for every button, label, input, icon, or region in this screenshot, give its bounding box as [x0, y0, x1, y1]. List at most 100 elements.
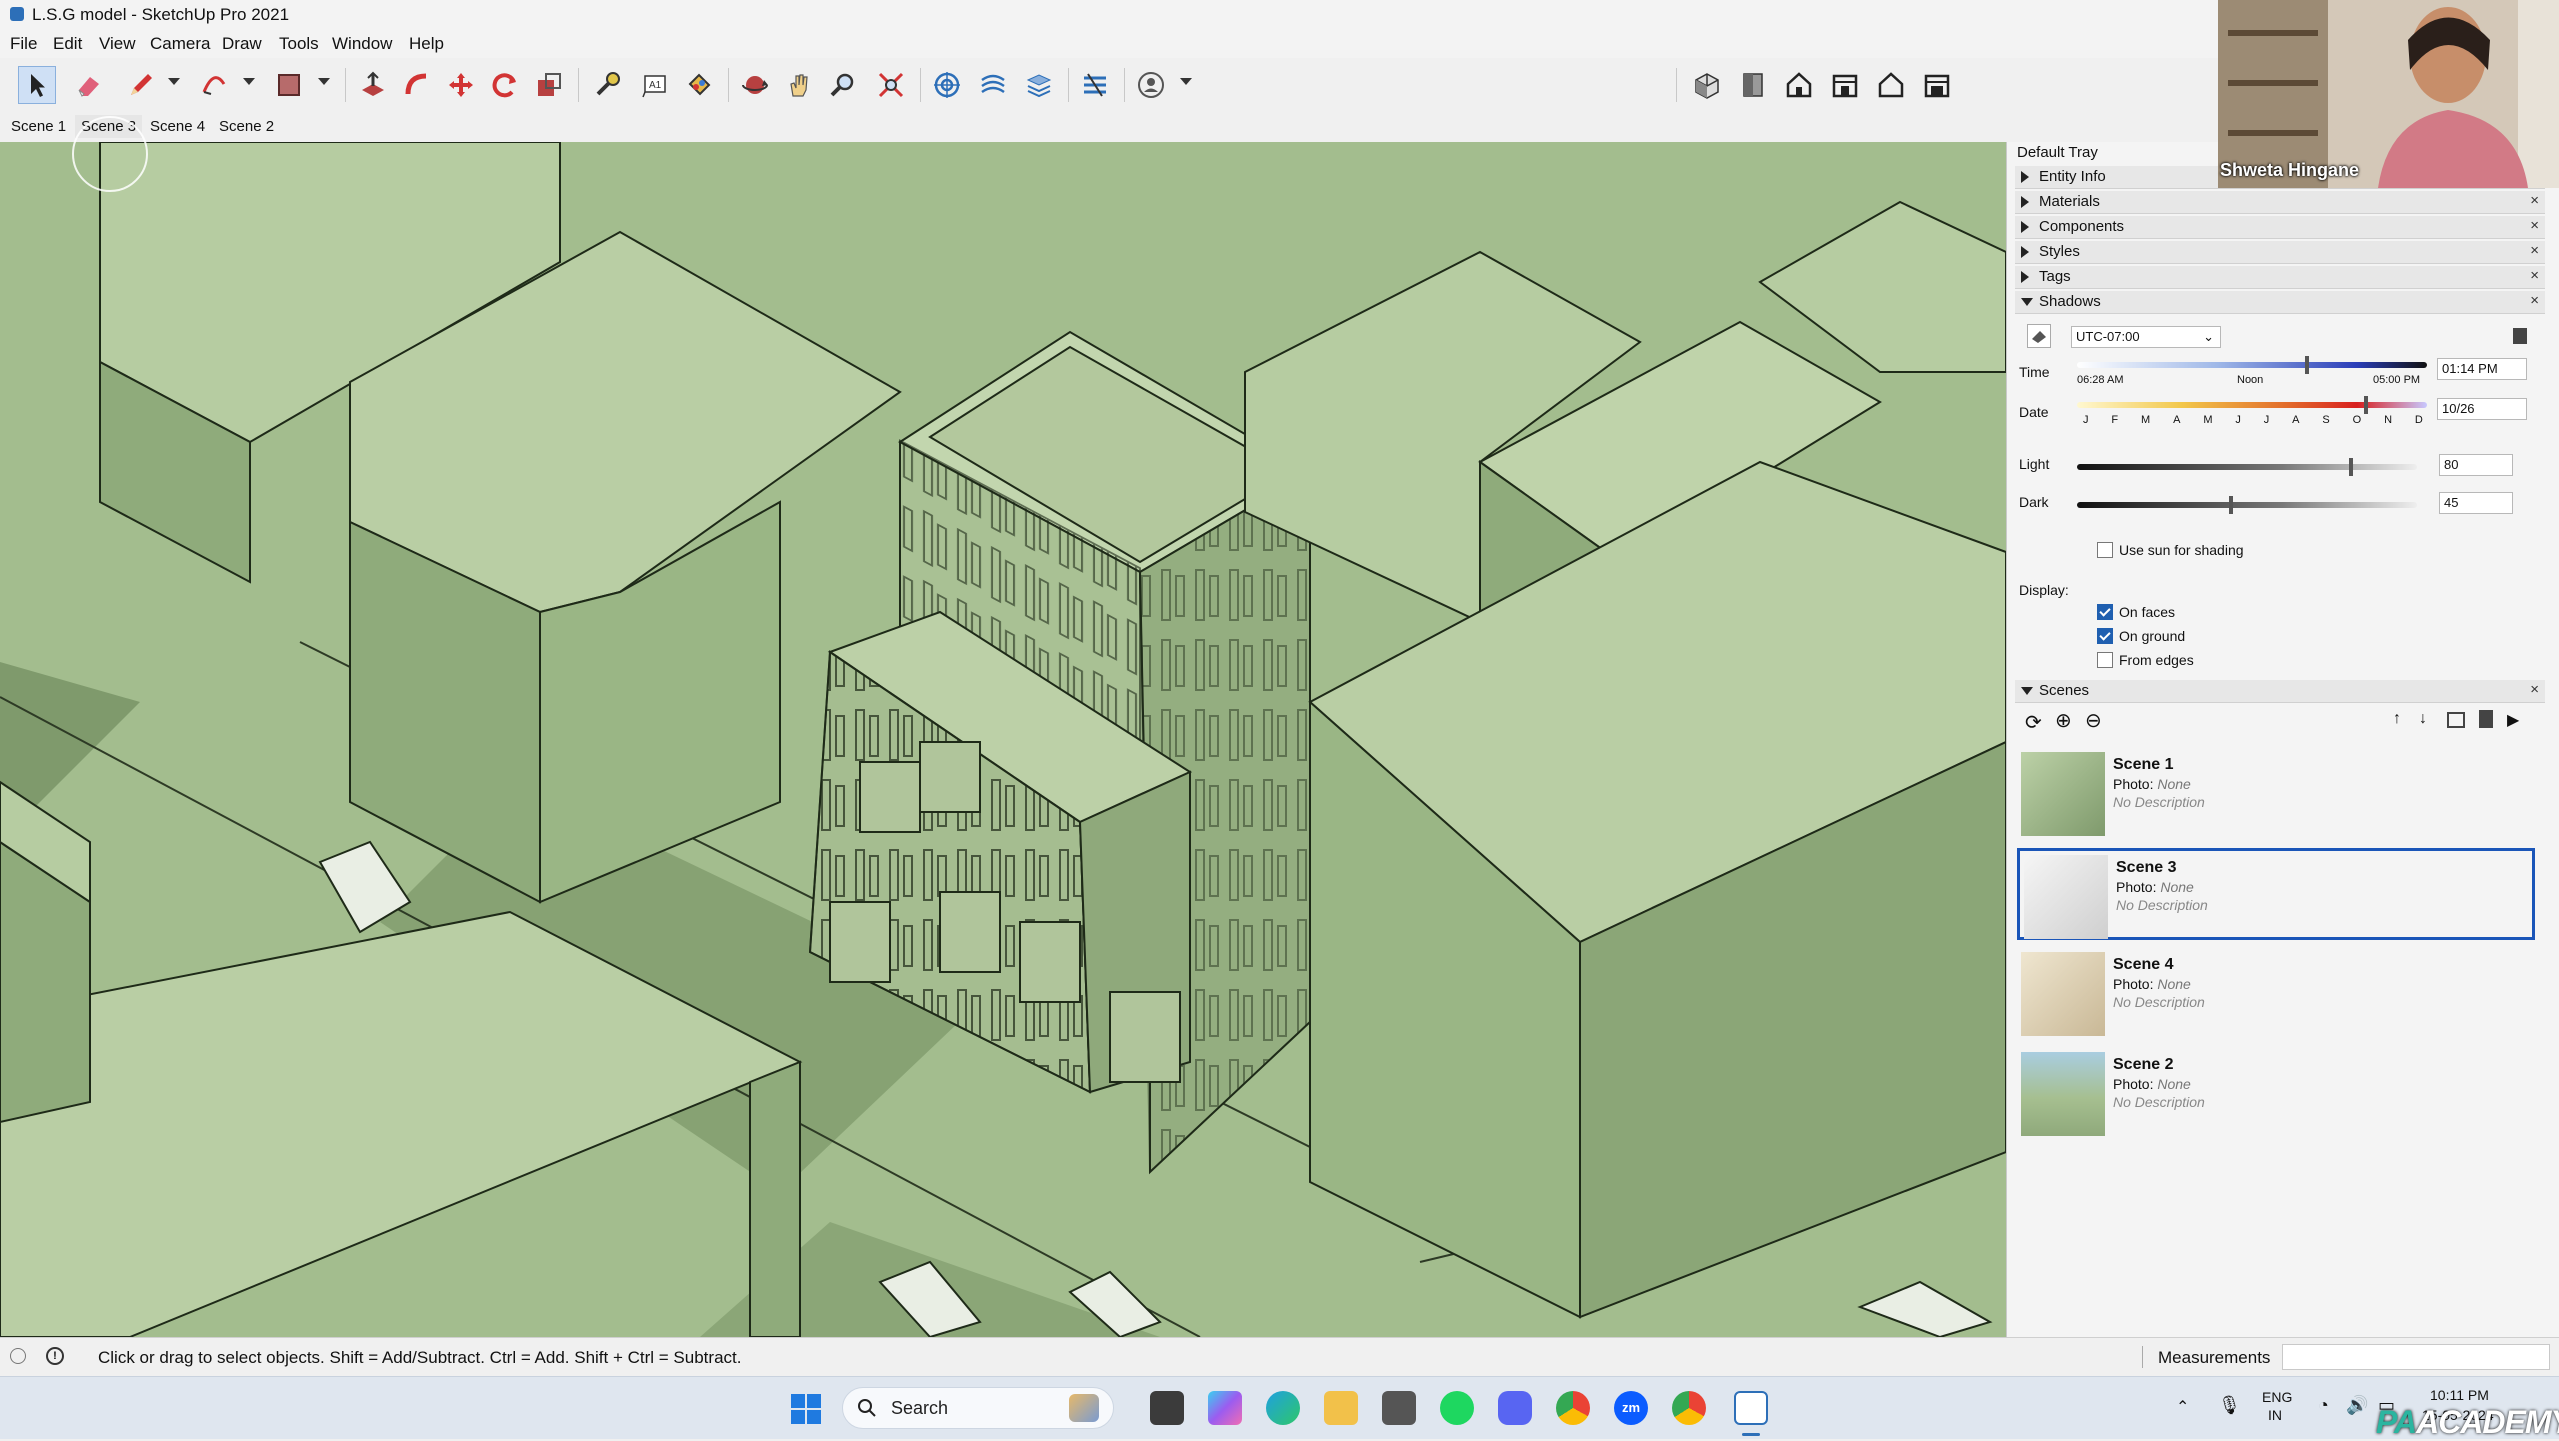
- timezone-select[interactable]: UTC-07:00 ⌄: [2071, 326, 2221, 348]
- follow-me-tool-button[interactable]: [398, 66, 436, 104]
- orbit-tool-button[interactable]: [736, 66, 774, 104]
- iso-view-button[interactable]: [1688, 66, 1726, 104]
- stack-button[interactable]: [1020, 66, 1058, 104]
- close-icon[interactable]: ×: [2530, 217, 2539, 234]
- time-slider[interactable]: [2077, 362, 2427, 368]
- taskbar-search[interactable]: Search: [842, 1387, 1114, 1429]
- from-edges-checkbox[interactable]: [2097, 652, 2113, 668]
- text-tool-button[interactable]: A1: [636, 66, 674, 104]
- scene-card-4[interactable]: Scene 4 Photo: None No Description: [2017, 948, 2535, 1040]
- shape-dropdown-arrow[interactable]: [318, 78, 330, 85]
- copilot-icon[interactable]: [1208, 1391, 1242, 1425]
- add-scene-icon[interactable]: ⊕: [2055, 708, 2072, 733]
- time-slider-thumb[interactable]: [2304, 356, 2309, 374]
- pencil-tool-button[interactable]: [122, 66, 160, 104]
- scene-tab-2[interactable]: Scene 2: [213, 115, 280, 138]
- light-slider[interactable]: [2077, 464, 2417, 470]
- close-icon[interactable]: ×: [2530, 192, 2539, 209]
- geo-status-icon[interactable]: [10, 1348, 26, 1364]
- panel-tags[interactable]: Tags ×: [2015, 266, 2545, 289]
- zoom-tool-button[interactable]: [824, 66, 862, 104]
- wifi-icon[interactable]: ◔: [2318, 1395, 2329, 1416]
- eraser-tool-button[interactable]: [70, 66, 108, 104]
- use-sun-checkbox[interactable]: [2097, 542, 2113, 558]
- date-input[interactable]: 10/26: [2437, 398, 2527, 420]
- scene-tab-1[interactable]: Scene 1: [5, 115, 72, 138]
- geolocation-button[interactable]: [928, 66, 966, 104]
- menu-draw[interactable]: Draw: [222, 34, 262, 54]
- on-ground-checkbox[interactable]: [2097, 628, 2113, 644]
- refresh-scenes-icon[interactable]: ⟳: [2025, 710, 2042, 735]
- zoom-app-icon[interactable]: zm: [1614, 1391, 1648, 1425]
- view-options-icon[interactable]: [2447, 712, 2465, 728]
- left-view-button[interactable]: [1918, 66, 1956, 104]
- move-scene-down-icon[interactable]: ↓: [2419, 710, 2427, 728]
- clock-time[interactable]: 10:11 PM: [2430, 1387, 2489, 1403]
- scene-card-3[interactable]: Scene 3 Photo: None No Description: [2017, 848, 2535, 940]
- menu-view[interactable]: View: [99, 34, 136, 54]
- scene-card-1[interactable]: Scene 1 Photo: None No Description: [2017, 748, 2535, 840]
- select-tool-button[interactable]: [18, 66, 56, 104]
- move-scene-up-icon[interactable]: ↑: [2393, 710, 2401, 728]
- chevron-up-icon[interactable]: ⌃: [2176, 1397, 2189, 1417]
- shadow-toggle-button[interactable]: [2027, 324, 2051, 348]
- task-view-icon[interactable]: [1150, 1391, 1184, 1425]
- date-slider[interactable]: [2077, 402, 2427, 408]
- spotify-icon[interactable]: [1440, 1391, 1474, 1425]
- on-faces-checkbox[interactable]: [2097, 604, 2113, 620]
- remove-scene-icon[interactable]: ⊖: [2085, 708, 2102, 733]
- paint-bucket-tool-button[interactable]: [680, 66, 718, 104]
- chrome-icon[interactable]: [1556, 1391, 1590, 1425]
- menu-tools[interactable]: Tools: [279, 34, 319, 54]
- dark-input[interactable]: 45: [2439, 492, 2513, 514]
- microphone-icon[interactable]: 🎙: [2218, 1395, 2241, 1416]
- sandbox-button[interactable]: [974, 66, 1012, 104]
- close-icon[interactable]: ×: [2530, 242, 2539, 259]
- modeling-viewport[interactable]: [0, 142, 2006, 1337]
- menu-edit[interactable]: Edit: [53, 34, 82, 54]
- sketchup-taskbar-icon[interactable]: [1734, 1391, 1768, 1425]
- scene-card-2[interactable]: Scene 2 Photo: None No Description: [2017, 1048, 2535, 1140]
- close-icon[interactable]: ×: [2530, 292, 2539, 309]
- tape-measure-tool-button[interactable]: [588, 66, 626, 104]
- discord-icon[interactable]: [1498, 1391, 1532, 1425]
- move-tool-button[interactable]: [442, 66, 480, 104]
- account-dropdown-arrow[interactable]: [1180, 78, 1192, 85]
- panel-options-icon[interactable]: [2513, 328, 2527, 344]
- close-icon[interactable]: ×: [2530, 681, 2539, 698]
- menu-help[interactable]: Help: [409, 34, 444, 54]
- measurements-input[interactable]: [2282, 1344, 2550, 1370]
- pencil-dropdown-arrow[interactable]: [168, 78, 180, 85]
- info-icon[interactable]: !: [46, 1347, 64, 1365]
- menu-camera[interactable]: Camera: [150, 34, 210, 54]
- pan-tool-button[interactable]: [780, 66, 818, 104]
- dark-slider[interactable]: [2077, 502, 2417, 508]
- right-view-button[interactable]: [1826, 66, 1864, 104]
- app-icon[interactable]: [1382, 1391, 1416, 1425]
- panel-styles[interactable]: Styles ×: [2015, 241, 2545, 264]
- language-indicator[interactable]: ENG: [2262, 1389, 2292, 1405]
- top-view-button[interactable]: [1734, 66, 1772, 104]
- light-slider-thumb[interactable]: [2349, 458, 2353, 476]
- panel-materials[interactable]: Materials ×: [2015, 191, 2545, 214]
- scene-tab-4[interactable]: Scene 4: [144, 115, 211, 138]
- rotate-tool-button[interactable]: [486, 66, 524, 104]
- time-input[interactable]: 01:14 PM: [2437, 358, 2527, 380]
- push-pull-tool-button[interactable]: [354, 66, 392, 104]
- windows-start-icon[interactable]: [790, 1393, 822, 1425]
- panel-components[interactable]: Components ×: [2015, 216, 2545, 239]
- menu-file[interactable]: File: [10, 34, 37, 54]
- panel-scenes[interactable]: Scenes ×: [2015, 680, 2545, 703]
- file-explorer-icon[interactable]: [1324, 1391, 1358, 1425]
- chrome-profile-icon[interactable]: [1672, 1391, 1706, 1425]
- account-button[interactable]: [1132, 66, 1170, 104]
- rectangle-tool-button[interactable]: [270, 66, 308, 104]
- menu-window[interactable]: Window: [332, 34, 392, 54]
- arc-tool-button[interactable]: [195, 66, 233, 104]
- scale-tool-button[interactable]: [530, 66, 568, 104]
- filter-icon[interactable]: [2479, 710, 2493, 728]
- edge-browser-icon[interactable]: [1266, 1391, 1300, 1425]
- zoom-extents-tool-button[interactable]: [872, 66, 910, 104]
- volume-icon[interactable]: 🔊: [2346, 1395, 2368, 1416]
- dark-slider-thumb[interactable]: [2229, 496, 2233, 514]
